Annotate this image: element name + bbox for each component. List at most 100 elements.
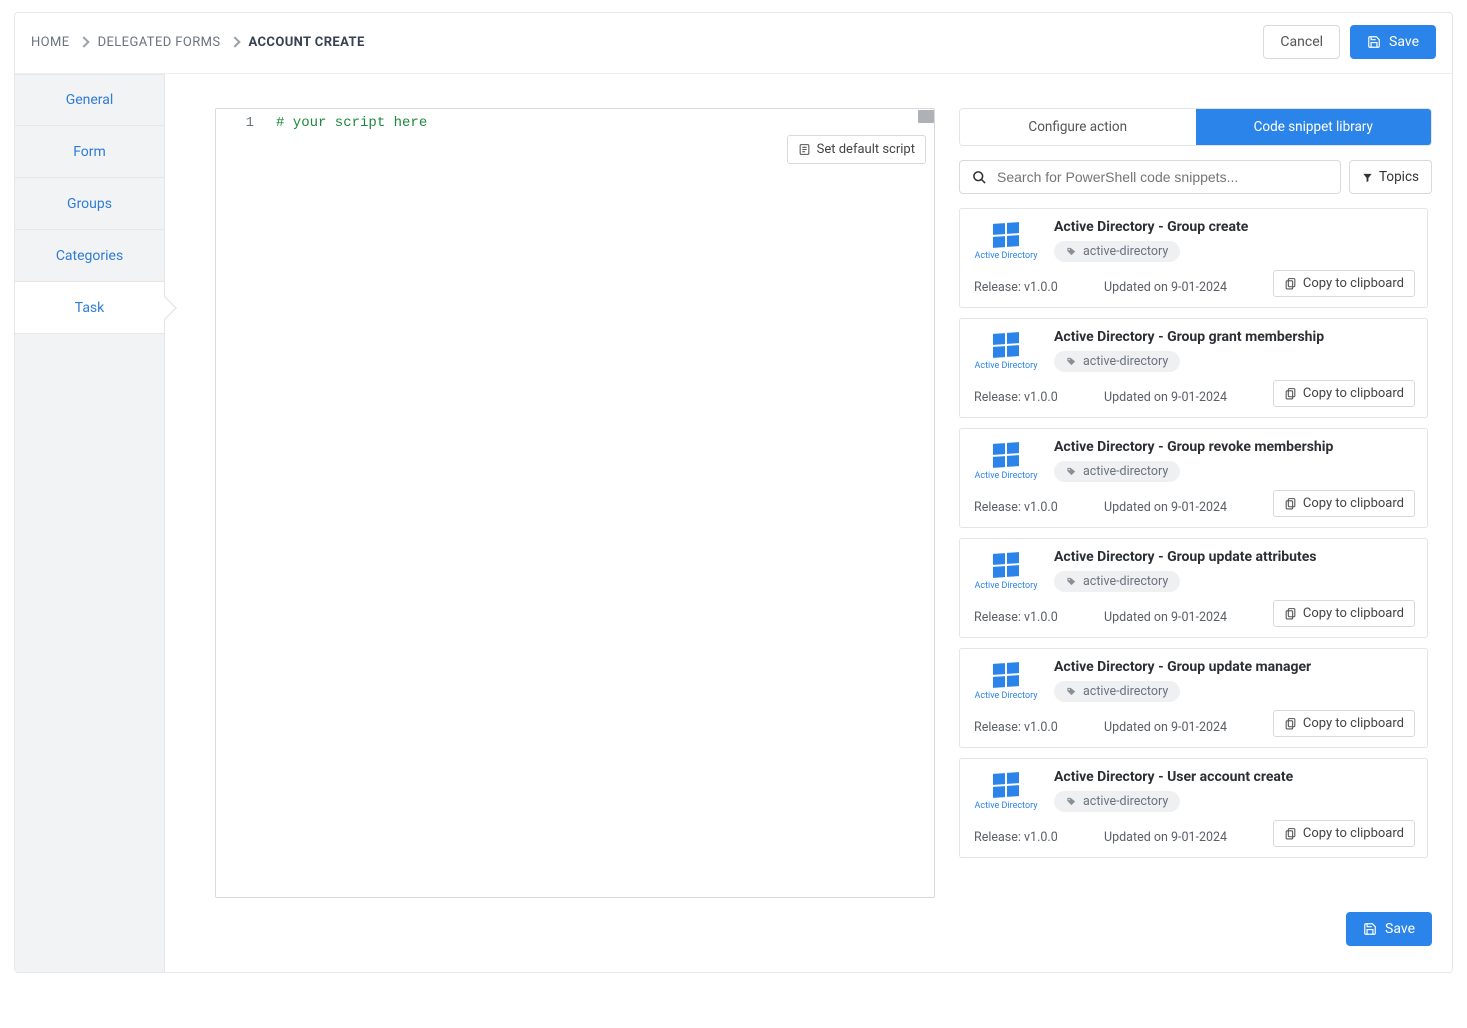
sidebar: General Form Groups Categories Task [15,74,165,972]
copy-to-clipboard-button[interactable]: Copy to clipboard [1273,490,1415,517]
tag-icon [1066,576,1077,587]
script-editor[interactable]: 1 # your script here Set default script [215,108,935,898]
copy-label: Copy to clipboard [1303,276,1404,291]
windows-icon [993,222,1019,248]
snippet-card[interactable]: Active Directory Active Directory - Group… [959,428,1428,528]
snippet-title: Active Directory - Group update attribut… [1054,549,1317,565]
chevron-right-icon [229,36,240,47]
active-directory-logo: Active Directory [974,219,1038,262]
logo-text: Active Directory [975,801,1038,811]
windows-icon [993,662,1019,688]
active-directory-logo: Active Directory [974,329,1038,372]
breadcrumb-home[interactable]: Home [31,35,70,50]
breadcrumb-delegated-forms[interactable]: Delegated Forms [98,35,221,50]
breadcrumb-current: Account Create [249,35,365,50]
clipboard-icon [1284,827,1297,840]
snippet-list-scroll[interactable]: Active Directory Active Directory - Group… [959,208,1432,898]
snippet-title: Active Directory - User account create [1054,769,1293,785]
snippet-release: Release: v1.0.0 [974,390,1104,405]
active-directory-logo: Active Directory [974,549,1038,592]
snippet-tabs: Configure action Code snippet library [959,108,1432,146]
tab-code-snippet-library[interactable]: Code snippet library [1196,109,1432,145]
copy-label: Copy to clipboard [1303,716,1404,731]
save-icon [1367,35,1381,49]
sidebar-item-categories[interactable]: Categories [15,230,164,282]
topics-filter-button[interactable]: Topics [1349,160,1432,194]
snippet-release: Release: v1.0.0 [974,610,1104,625]
windows-icon [993,332,1019,358]
tag-icon [1066,246,1077,257]
logo-text: Active Directory [975,361,1038,371]
snippet-card[interactable]: Active Directory Active Directory - Group… [959,208,1428,308]
copy-label: Copy to clipboard [1303,606,1404,621]
snippet-tag-label: active-directory [1083,794,1168,809]
active-directory-logo: Active Directory [974,769,1038,812]
tag-icon [1066,686,1077,697]
editor-code[interactable]: # your script here [276,115,914,891]
sidebar-item-label: Form [73,144,106,160]
snippet-card[interactable]: Active Directory Active Directory - Group… [959,538,1428,638]
snippet-tag-label: active-directory [1083,464,1168,479]
editor-gutter: 1 [216,109,268,897]
snippet-tag[interactable]: active-directory [1054,681,1180,702]
filter-icon [1362,172,1373,183]
save-icon [1363,922,1377,936]
copy-to-clipboard-button[interactable]: Copy to clipboard [1273,600,1415,627]
editor-scrollbar[interactable] [918,110,934,123]
cancel-button-label: Cancel [1280,34,1323,50]
save-button-header[interactable]: Save [1350,25,1436,59]
snippet-tag[interactable]: active-directory [1054,241,1180,262]
snippet-release: Release: v1.0.0 [974,500,1104,515]
snippet-title: Active Directory - Group update manager [1054,659,1311,675]
logo-text: Active Directory [975,251,1038,261]
tag-icon [1066,796,1077,807]
snippet-tag-label: active-directory [1083,354,1168,369]
snippet-release: Release: v1.0.0 [974,830,1104,845]
clipboard-icon [1284,607,1297,620]
logo-text: Active Directory [975,691,1038,701]
set-default-label: Set default script [817,142,915,157]
copy-label: Copy to clipboard [1303,496,1404,511]
logo-text: Active Directory [975,471,1038,481]
snippet-tag[interactable]: active-directory [1054,791,1180,812]
windows-icon [993,772,1019,798]
set-default-script-button[interactable]: Set default script [787,135,926,164]
breadcrumb: Home Delegated Forms Account Create [31,35,365,50]
snippet-tag[interactable]: active-directory [1054,571,1180,592]
copy-to-clipboard-button[interactable]: Copy to clipboard [1273,820,1415,847]
snippet-tag-label: active-directory [1083,574,1168,589]
save-button-footer[interactable]: Save [1346,912,1432,946]
line-number: 1 [216,109,268,131]
sidebar-item-label: Categories [56,248,123,264]
search-icon [972,170,987,185]
topics-label: Topics [1379,169,1419,185]
snippet-card[interactable]: Active Directory Active Directory - Group… [959,648,1428,748]
snippet-tag[interactable]: active-directory [1054,461,1180,482]
copy-to-clipboard-button[interactable]: Copy to clipboard [1273,710,1415,737]
clipboard-icon [1284,387,1297,400]
snippet-card[interactable]: Active Directory Active Directory - User … [959,758,1428,858]
copy-to-clipboard-button[interactable]: Copy to clipboard [1273,380,1415,407]
sidebar-item-task[interactable]: Task [15,282,164,334]
sidebar-item-label: Task [75,300,105,316]
sidebar-item-form[interactable]: Form [15,126,164,178]
snippet-title: Active Directory - Group grant membershi… [1054,329,1324,345]
cancel-button[interactable]: Cancel [1263,25,1340,59]
tag-icon [1066,466,1077,477]
snippet-title: Active Directory - Group revoke membersh… [1054,439,1333,455]
clipboard-icon [1284,717,1297,730]
snippet-release: Release: v1.0.0 [974,720,1104,735]
sidebar-item-general[interactable]: General [15,74,164,126]
snippet-card[interactable]: Active Directory Active Directory - Group… [959,318,1428,418]
snippet-release: Release: v1.0.0 [974,280,1104,295]
clipboard-icon [1284,277,1297,290]
copy-to-clipboard-button[interactable]: Copy to clipboard [1273,270,1415,297]
snippet-search[interactable] [959,160,1341,194]
sidebar-item-groups[interactable]: Groups [15,178,164,230]
logo-text: Active Directory [975,581,1038,591]
snippet-tag[interactable]: active-directory [1054,351,1180,372]
tag-icon [1066,356,1077,367]
snippet-search-input[interactable] [997,169,1328,185]
snippet-title: Active Directory - Group create [1054,219,1248,235]
tab-configure-action[interactable]: Configure action [960,109,1196,145]
